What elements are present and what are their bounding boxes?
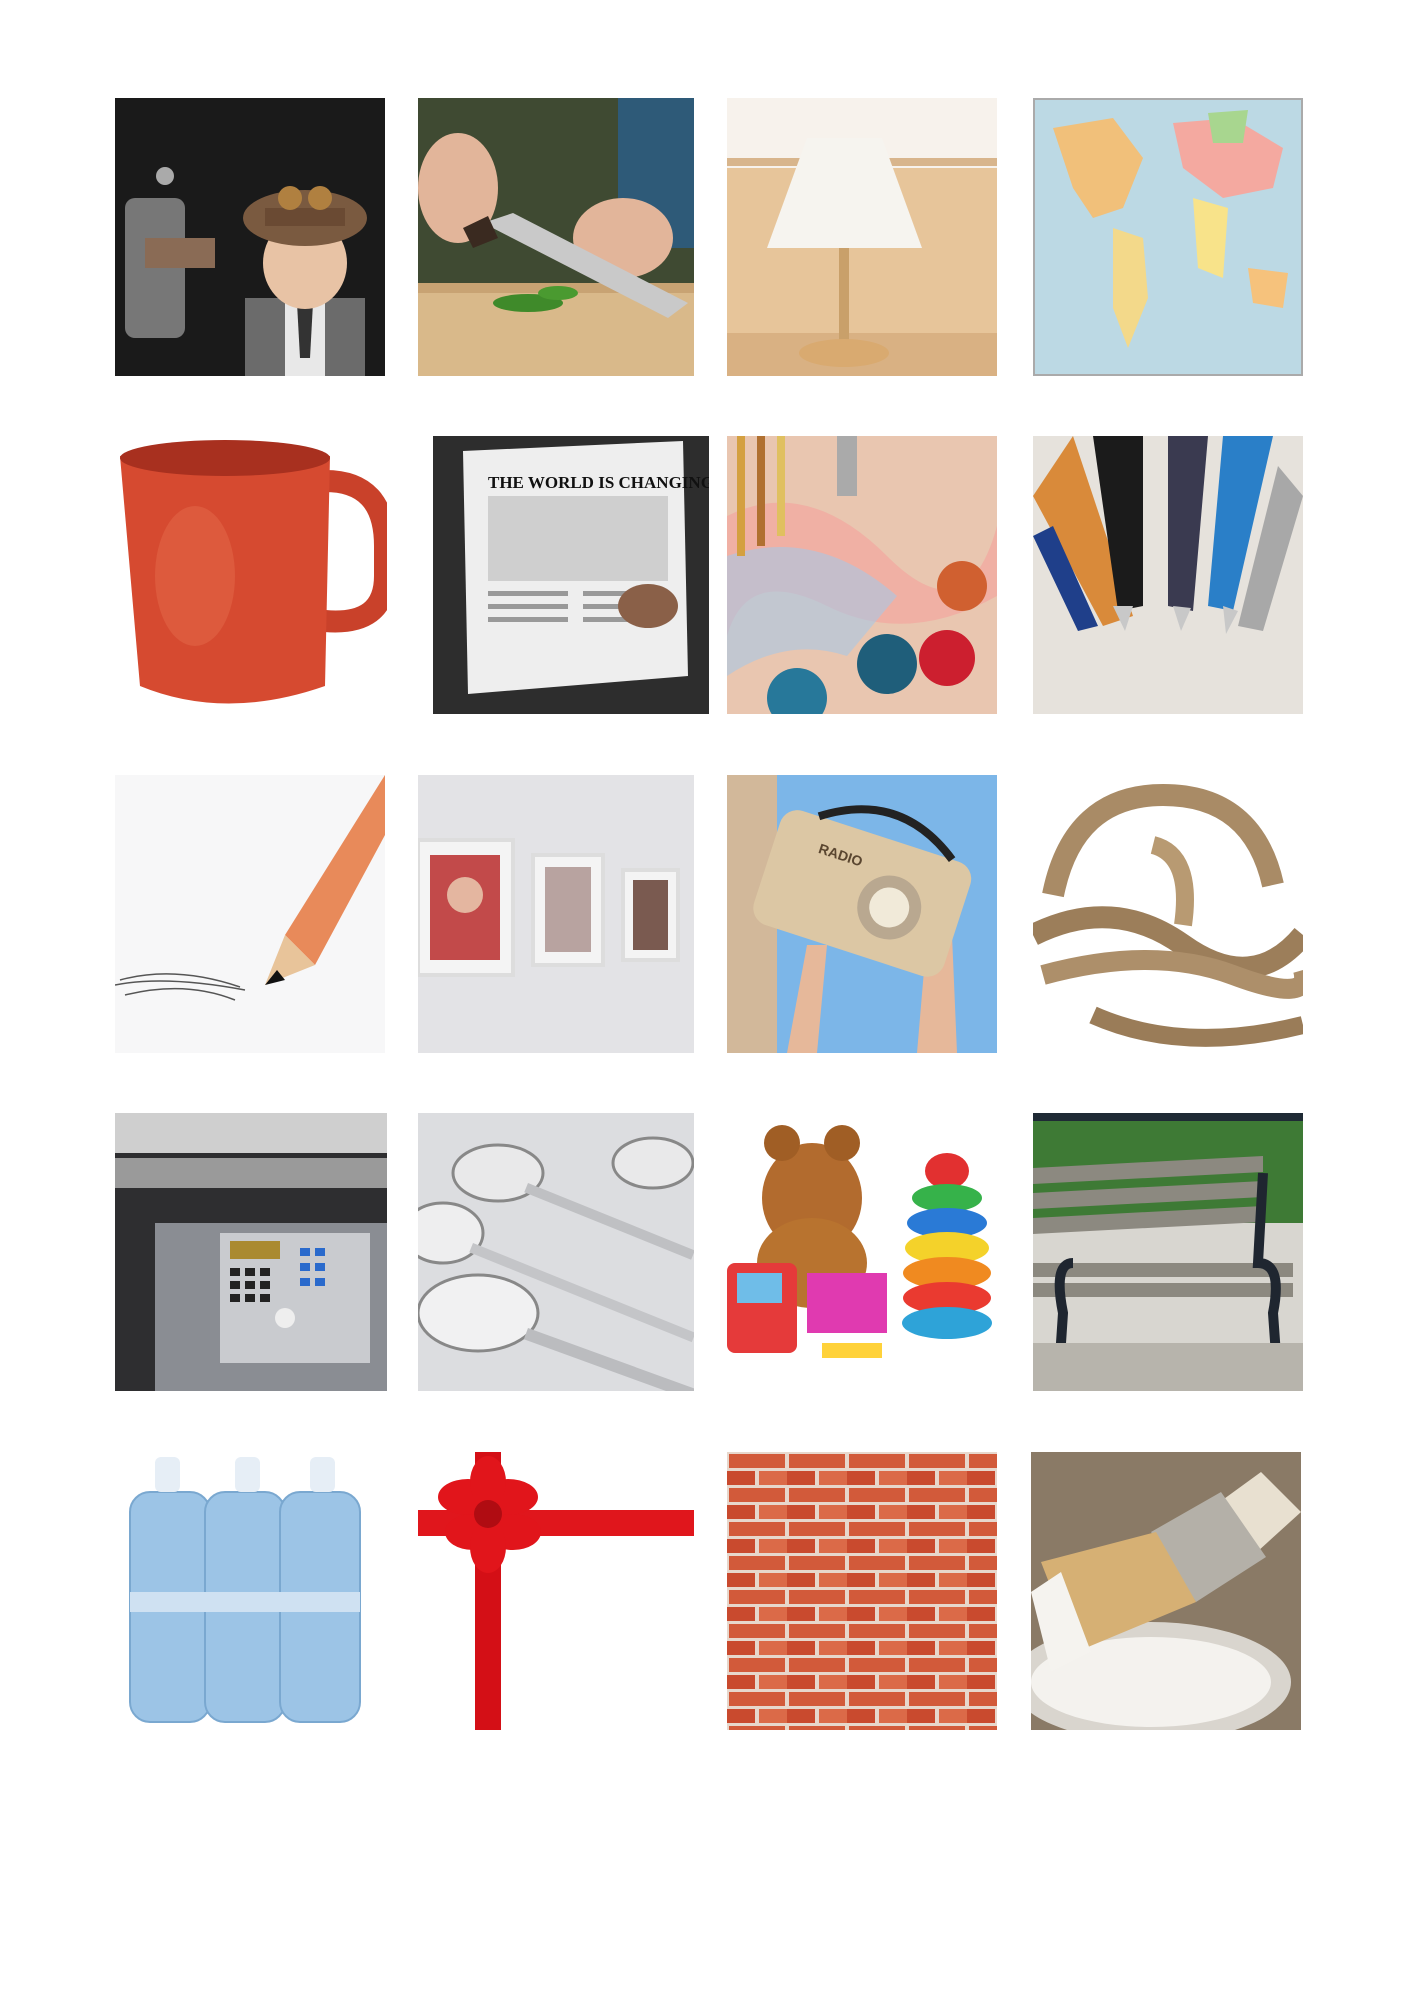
paintbrush-icon [1031,1452,1301,1730]
radio-icon: RADIO [727,775,997,1053]
rope-icon [1033,775,1303,1053]
paint-palette-icon [727,436,997,714]
gift-ribbon-icon [418,1452,694,1730]
ballpoint-pens-icon [1033,436,1303,714]
brick-wall-icon [727,1452,997,1730]
park-bench-icon [1033,1113,1303,1391]
kitchen-knife-icon [418,98,694,376]
red-mug-icon [115,436,387,714]
newspaper-headline: THE WORLD IS CHANGING [488,473,709,492]
picture-sheet: THE WORLD IS CHANGING RADIO [0,0,1414,2000]
picture-frames-icon [418,775,694,1053]
spoons-icon [418,1113,694,1391]
boy-with-toy-gun-icon [115,98,385,376]
table-lamp-icon [727,98,997,376]
water-bottles-icon [115,1452,387,1730]
pencil-icon [115,775,385,1053]
newspaper-icon: THE WORLD IS CHANGING [433,436,709,714]
toys-icon [727,1113,997,1391]
world-map-icon [1033,98,1303,376]
safe-icon [115,1113,387,1391]
